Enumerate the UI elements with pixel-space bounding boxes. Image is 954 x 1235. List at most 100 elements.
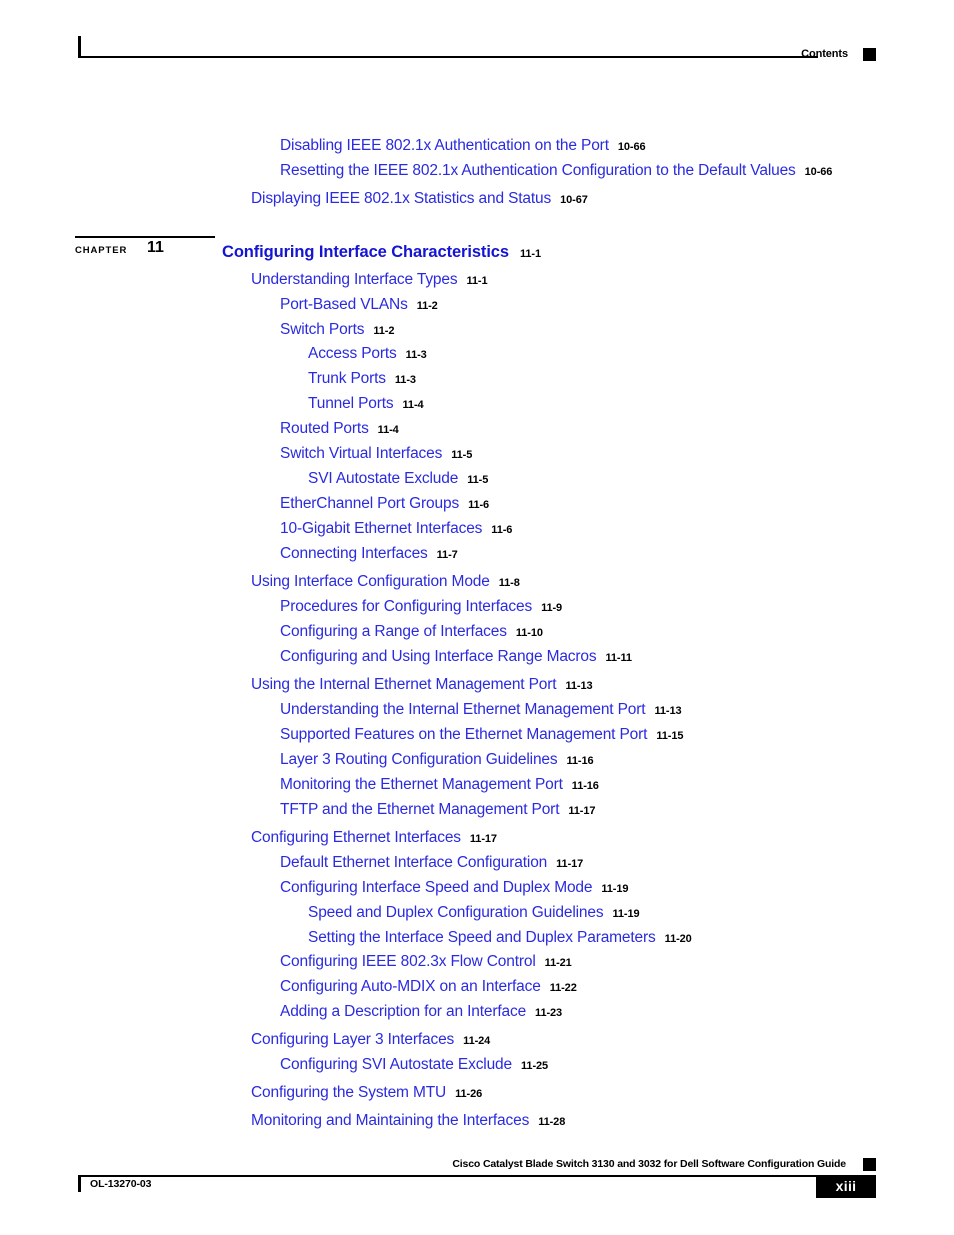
toc-entry-page-number: 11-13 [654,705,682,717]
toc-entry-page-number: 11-19 [612,908,640,920]
toc-entry-page-number: 11-1 [466,275,488,287]
toc-entry[interactable]: Displaying IEEE 802.1x Statistics and St… [251,191,588,207]
toc-entry-title: Procedures for Configuring Interfaces [280,598,533,615]
toc-entry-page-number: 11-9 [541,602,563,614]
toc-entry[interactable]: Routed Ports 11-4 [280,421,399,437]
toc-entry-title: Adding a Description for an Interface [280,1003,527,1020]
toc-chapter-entry[interactable]: Configuring Interface Characteristics 11-… [222,244,541,261]
toc-entry-page-number: 11-11 [605,652,633,664]
toc-entry[interactable]: Switch Ports 11-2 [280,322,394,338]
page-header: Contents [78,36,876,70]
toc-entry-title: Layer 3 Routing Configuration Guidelines [280,751,558,768]
toc-entry-page-number: 11-4 [402,399,424,411]
toc-entry[interactable]: Access Ports 11-3 [308,346,427,362]
toc-entry[interactable]: Connecting Interfaces 11-7 [280,546,458,562]
toc-entry[interactable]: Supported Features on the Ethernet Manag… [280,727,683,743]
toc-entry-page-number: 11-3 [405,349,427,361]
toc-entry[interactable]: Adding a Description for an Interface 11-… [280,1004,562,1020]
toc-entry-title: Configuring Layer 3 Interfaces [251,1031,455,1048]
chapter-number: 11 [147,239,164,256]
toc-entry[interactable]: Port-Based VLANs 11-2 [280,297,438,313]
toc-entry[interactable]: Configuring Auto-MDIX on an Interface 11-… [280,979,577,995]
toc-entry[interactable]: Trunk Ports 11-3 [308,371,416,387]
toc-entry[interactable]: 10-Gigabit Ethernet Interfaces 11-6 [280,521,512,537]
toc-entry-page-number: 11-7 [436,549,458,561]
toc-entry-title: Configuring SVI Autostate Exclude [280,1056,513,1073]
toc-entry-title: Trunk Ports [308,370,386,387]
toc-entry-title: Port-Based VLANs [280,296,408,313]
toc-entry[interactable]: Setting the Interface Speed and Duplex P… [308,930,692,946]
toc-entry[interactable]: Procedures for Configuring Interfaces 11-… [280,599,562,615]
toc-entry-page-number: 11-26 [455,1088,483,1100]
toc-entry-title: Connecting Interfaces [280,545,428,562]
toc-entry[interactable]: Understanding Interface Types 11-1 [251,271,488,288]
toc-entry-page-number: 11-3 [394,374,416,386]
toc-entry-title: Understanding the Internal Ethernet Mana… [280,701,646,718]
toc-entry-title: Configuring Interface Speed and Duplex M… [280,879,593,896]
toc-entry-title: Switch Ports [280,321,365,338]
toc-entry-page-number: 11-20 [664,933,692,945]
toc-entry-title: Supported Features on the Ethernet Manag… [280,726,648,743]
toc-entry-title: Disabling IEEE 802.1x Authentication on … [280,137,609,154]
document-page: Contents Chapter 11 Disabling IEEE 802.1… [0,0,954,1235]
toc-entry-page-number: 11-15 [656,730,684,742]
toc-entry-title: Configuring the System MTU [251,1084,447,1101]
toc-entry[interactable]: Configuring Interface Speed and Duplex M… [280,879,629,896]
toc-entry[interactable]: Configuring IEEE 802.3x Flow Control 11-2… [280,954,572,970]
toc-entry[interactable]: SVI Autostate Exclude 11-5 [308,471,488,487]
toc-entry[interactable]: Tunnel Ports 11-4 [308,396,424,412]
toc-entry[interactable]: Configuring a Range of Interfaces 11-10 [280,624,543,640]
toc-entry-page-number: 11-13 [565,680,593,692]
toc-entry[interactable]: Configuring and Using Interface Range Ma… [280,649,632,665]
toc-entry-title: Resetting the IEEE 802.1x Authentication… [280,162,796,179]
toc-entry-title: Configuring and Using Interface Range Ma… [280,648,597,665]
toc-entry-page-number: 11-6 [468,499,490,511]
toc-entry-title: Switch Virtual Interfaces [280,445,443,462]
toc-entry-title: Speed and Duplex Configuration Guideline… [308,904,604,921]
toc-entry[interactable]: Switch Virtual Interfaces 11-5 [280,446,472,462]
toc-entry[interactable]: Layer 3 Routing Configuration Guidelines… [280,752,594,768]
toc-entry[interactable]: Understanding the Internal Ethernet Mana… [280,701,682,718]
toc-entry[interactable]: Using the Internal Ethernet Management P… [251,676,593,693]
footer-page-number: xiii [835,1178,857,1194]
toc-entry-title: Tunnel Ports [308,395,394,412]
toc-entry[interactable]: Speed and Duplex Configuration Guideline… [308,904,640,921]
toc-entry-page-number: 11-5 [451,449,473,461]
toc-entry[interactable]: EtherChannel Port Groups 11-6 [280,496,489,512]
toc-entry-page-number: 11-4 [377,424,399,436]
header-label: Contents [801,48,848,60]
toc-entry[interactable]: Configuring SVI Autostate Exclude 11-25 [280,1057,548,1073]
toc-entry[interactable]: Configuring Layer 3 Interfaces 11-24 [251,1032,490,1048]
toc-entry-page-number: 10-66 [804,166,833,178]
toc-entry-page-number: 11-16 [571,780,599,792]
footer-document-id: OL-13270-03 [90,1178,152,1190]
toc-entry-title: Configuring Ethernet Interfaces [251,829,461,846]
toc-entry[interactable]: Configuring the System MTU 11-26 [251,1085,482,1101]
toc-entry-page-number: 10-67 [560,194,588,206]
toc-entry[interactable]: Disabling IEEE 802.1x Authentication on … [280,138,646,154]
toc-entry-title: Using the Internal Ethernet Management P… [251,676,557,693]
chapter-marker-rule [75,236,215,238]
toc-entry[interactable]: Using Interface Configuration Mode 11-8 [251,574,520,590]
header-corner-tick [78,36,81,58]
footer-guide-title: Cisco Catalyst Blade Switch 3130 and 303… [452,1158,846,1170]
toc-entry-title: Configuring IEEE 802.3x Flow Control [280,953,536,970]
toc-entry-page-number: 11-2 [416,300,438,312]
toc-entry-page-number: 11-25 [521,1060,549,1072]
footer-corner-tick [78,1175,81,1192]
toc-entry[interactable]: Default Ethernet Interface Configuration… [280,855,583,871]
toc-entry[interactable]: Monitoring the Ethernet Management Port 1… [280,777,599,793]
toc-entry[interactable]: Resetting the IEEE 802.1x Authentication… [280,163,832,179]
toc-entry-page-number: 11-28 [538,1116,566,1128]
page-footer: Cisco Catalyst Blade Switch 3130 and 303… [78,1158,876,1204]
toc-entry-title: Setting the Interface Speed and Duplex P… [308,929,656,946]
toc-entry[interactable]: Configuring Ethernet Interfaces 11-17 [251,830,497,846]
toc-entry-title: Understanding Interface Types [251,271,458,288]
footer-square-marker [863,1158,876,1171]
toc-entry[interactable]: TFTP and the Ethernet Management Port 11-… [280,802,595,818]
toc-entry-title: Monitoring the Ethernet Management Port [280,776,563,793]
toc-entry-title: TFTP and the Ethernet Management Port [280,801,560,818]
toc-entry-page-number: 11-17 [469,833,497,845]
toc-entry-title: Configuring Interface Characteristics [222,243,509,261]
toc-entry[interactable]: Monitoring and Maintaining the Interface… [251,1113,565,1129]
